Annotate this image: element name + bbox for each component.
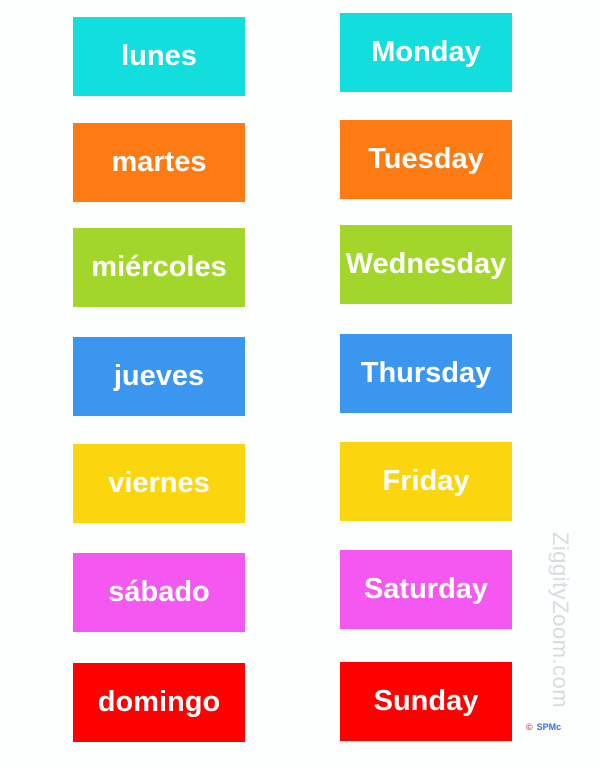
copyright-icon: © [526,722,533,732]
card-spanish: lunes [73,17,245,96]
card-english: Tuesday [340,120,512,199]
card-spanish: jueves [73,337,245,416]
card-english: Sunday [340,662,512,741]
card-spanish: sábado [73,553,245,632]
card-spanish: domingo [73,663,245,742]
watermark: ZiggityZoom.com [548,531,573,709]
card-english: Friday [340,442,512,521]
card-english: Monday [340,13,512,92]
card-english: Saturday [340,550,512,629]
card-spanish: viernes [73,444,245,523]
card-spanish: miércoles [73,228,245,307]
copyright-text: SPMc [536,722,562,732]
copyright: © SPMc [526,722,561,732]
card-english: Wednesday [340,225,512,304]
card-spanish: martes [73,123,245,202]
card-english: Thursday [340,334,512,413]
